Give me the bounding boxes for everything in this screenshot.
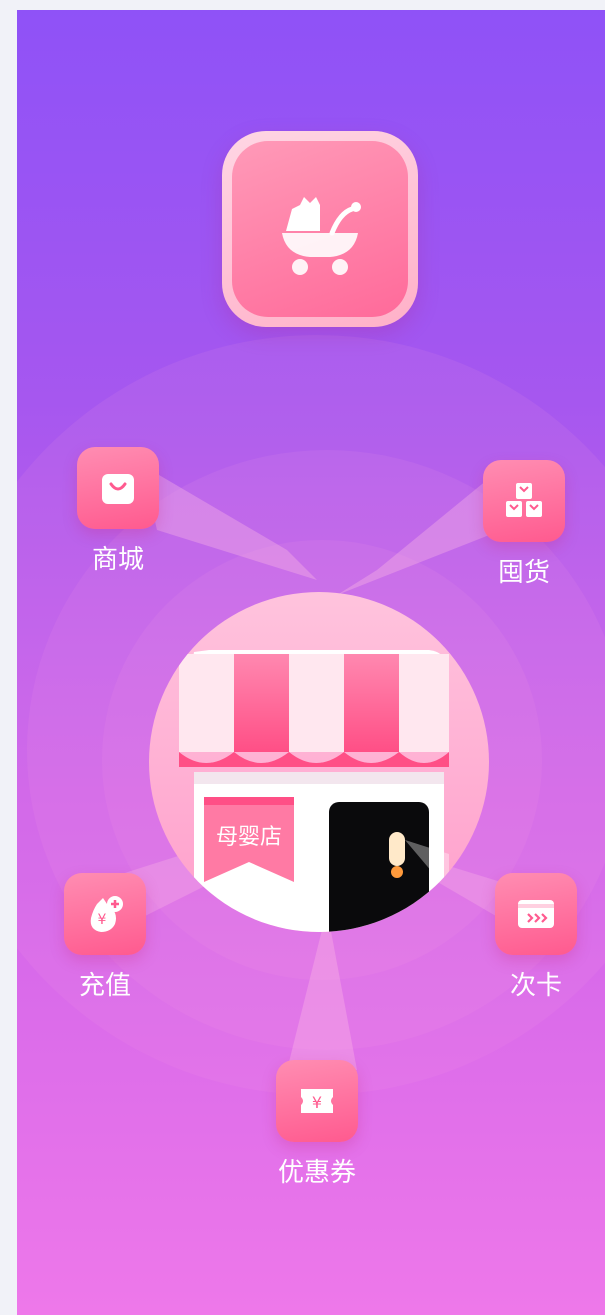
stroller-icon xyxy=(282,197,361,275)
feature-recharge[interactable]: ¥ 充值 xyxy=(64,873,146,1002)
feature-label: 充值 xyxy=(78,971,131,1001)
boxes-icon xyxy=(506,483,542,517)
mall-tile[interactable] xyxy=(77,447,159,529)
feature-mall[interactable]: 商城 xyxy=(77,447,159,576)
punch-card-tile[interactable] xyxy=(495,873,577,955)
stock-tile[interactable] xyxy=(483,460,565,542)
coupon-tile[interactable]: ¥ xyxy=(276,1060,358,1142)
feature-label: 商城 xyxy=(91,545,144,575)
svg-text:¥: ¥ xyxy=(312,1093,322,1112)
card-icon xyxy=(518,900,554,928)
feature-label: 囤货 xyxy=(497,558,550,588)
feature-coupon[interactable]: ¥ 优惠券 xyxy=(262,1060,372,1189)
coupon-icon: ¥ xyxy=(301,1089,333,1113)
store-sign-text: 母婴店 xyxy=(216,825,282,850)
store-illustration: 母婴店 xyxy=(149,592,489,932)
feature-label: 次卡 xyxy=(509,971,562,1001)
app-icon[interactable] xyxy=(222,131,418,327)
feature-punch-card[interactable]: 次卡 xyxy=(495,873,577,1002)
svg-text:¥: ¥ xyxy=(98,912,107,928)
recharge-tile[interactable]: ¥ xyxy=(64,873,146,955)
screen: 母婴店 商城 囤货 ¥ 充值 次卡 ¥ 优惠券 xyxy=(17,10,605,1315)
feature-stock[interactable]: 囤货 xyxy=(483,460,565,589)
feature-label: 优惠券 xyxy=(277,1158,356,1188)
money-bag-plus-icon: ¥ xyxy=(90,896,123,932)
shopping-bag-icon xyxy=(102,474,134,504)
